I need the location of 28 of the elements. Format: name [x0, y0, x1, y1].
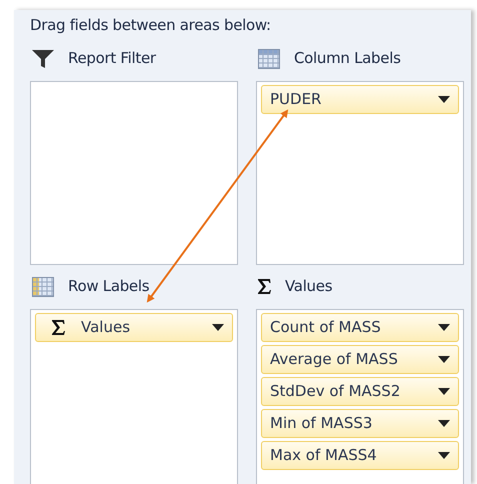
- table-icon: [32, 276, 54, 296]
- field-button[interactable]: Min of MASS3: [261, 408, 459, 438]
- drop-area[interactable]: Count of MASS Average of MASS StdDev of MASS2 Min of MASS3 Max of MASS4: [256, 308, 464, 484]
- caret-icon: [438, 388, 450, 394]
- drop-area[interactable]: [30, 80, 238, 264]
- caret-icon: [438, 96, 450, 102]
- field-button[interactable]: Max of MASS4: [261, 440, 459, 470]
- field-button[interactable]: PUDER: [261, 84, 459, 114]
- sigma-icon: [52, 320, 65, 334]
- caret-icon: [438, 356, 450, 362]
- field-button[interactable]: Count of MASS: [261, 312, 459, 342]
- table-icon: [258, 48, 280, 68]
- caret-icon: [438, 420, 450, 426]
- caret-icon: [212, 324, 224, 330]
- drop-area[interactable]: PUDER: [256, 80, 464, 264]
- area-title: Values: [285, 276, 332, 298]
- filter-icon: [32, 50, 54, 68]
- field-button[interactable]: StdDev of MASS2: [261, 376, 459, 406]
- field-button[interactable]: Average of MASS: [261, 344, 459, 374]
- area-title: Row Labels: [68, 276, 150, 298]
- sigma-icon: [258, 279, 271, 294]
- area-title: Column Labels: [294, 48, 401, 70]
- area-title: Report Filter: [68, 48, 156, 70]
- caret-icon: [438, 452, 450, 458]
- instruction-text: Drag fields between areas below:: [30, 15, 272, 36]
- caret-icon: [438, 324, 450, 330]
- drop-area[interactable]: Values: [30, 308, 238, 484]
- field-button[interactable]: Values: [35, 312, 233, 342]
